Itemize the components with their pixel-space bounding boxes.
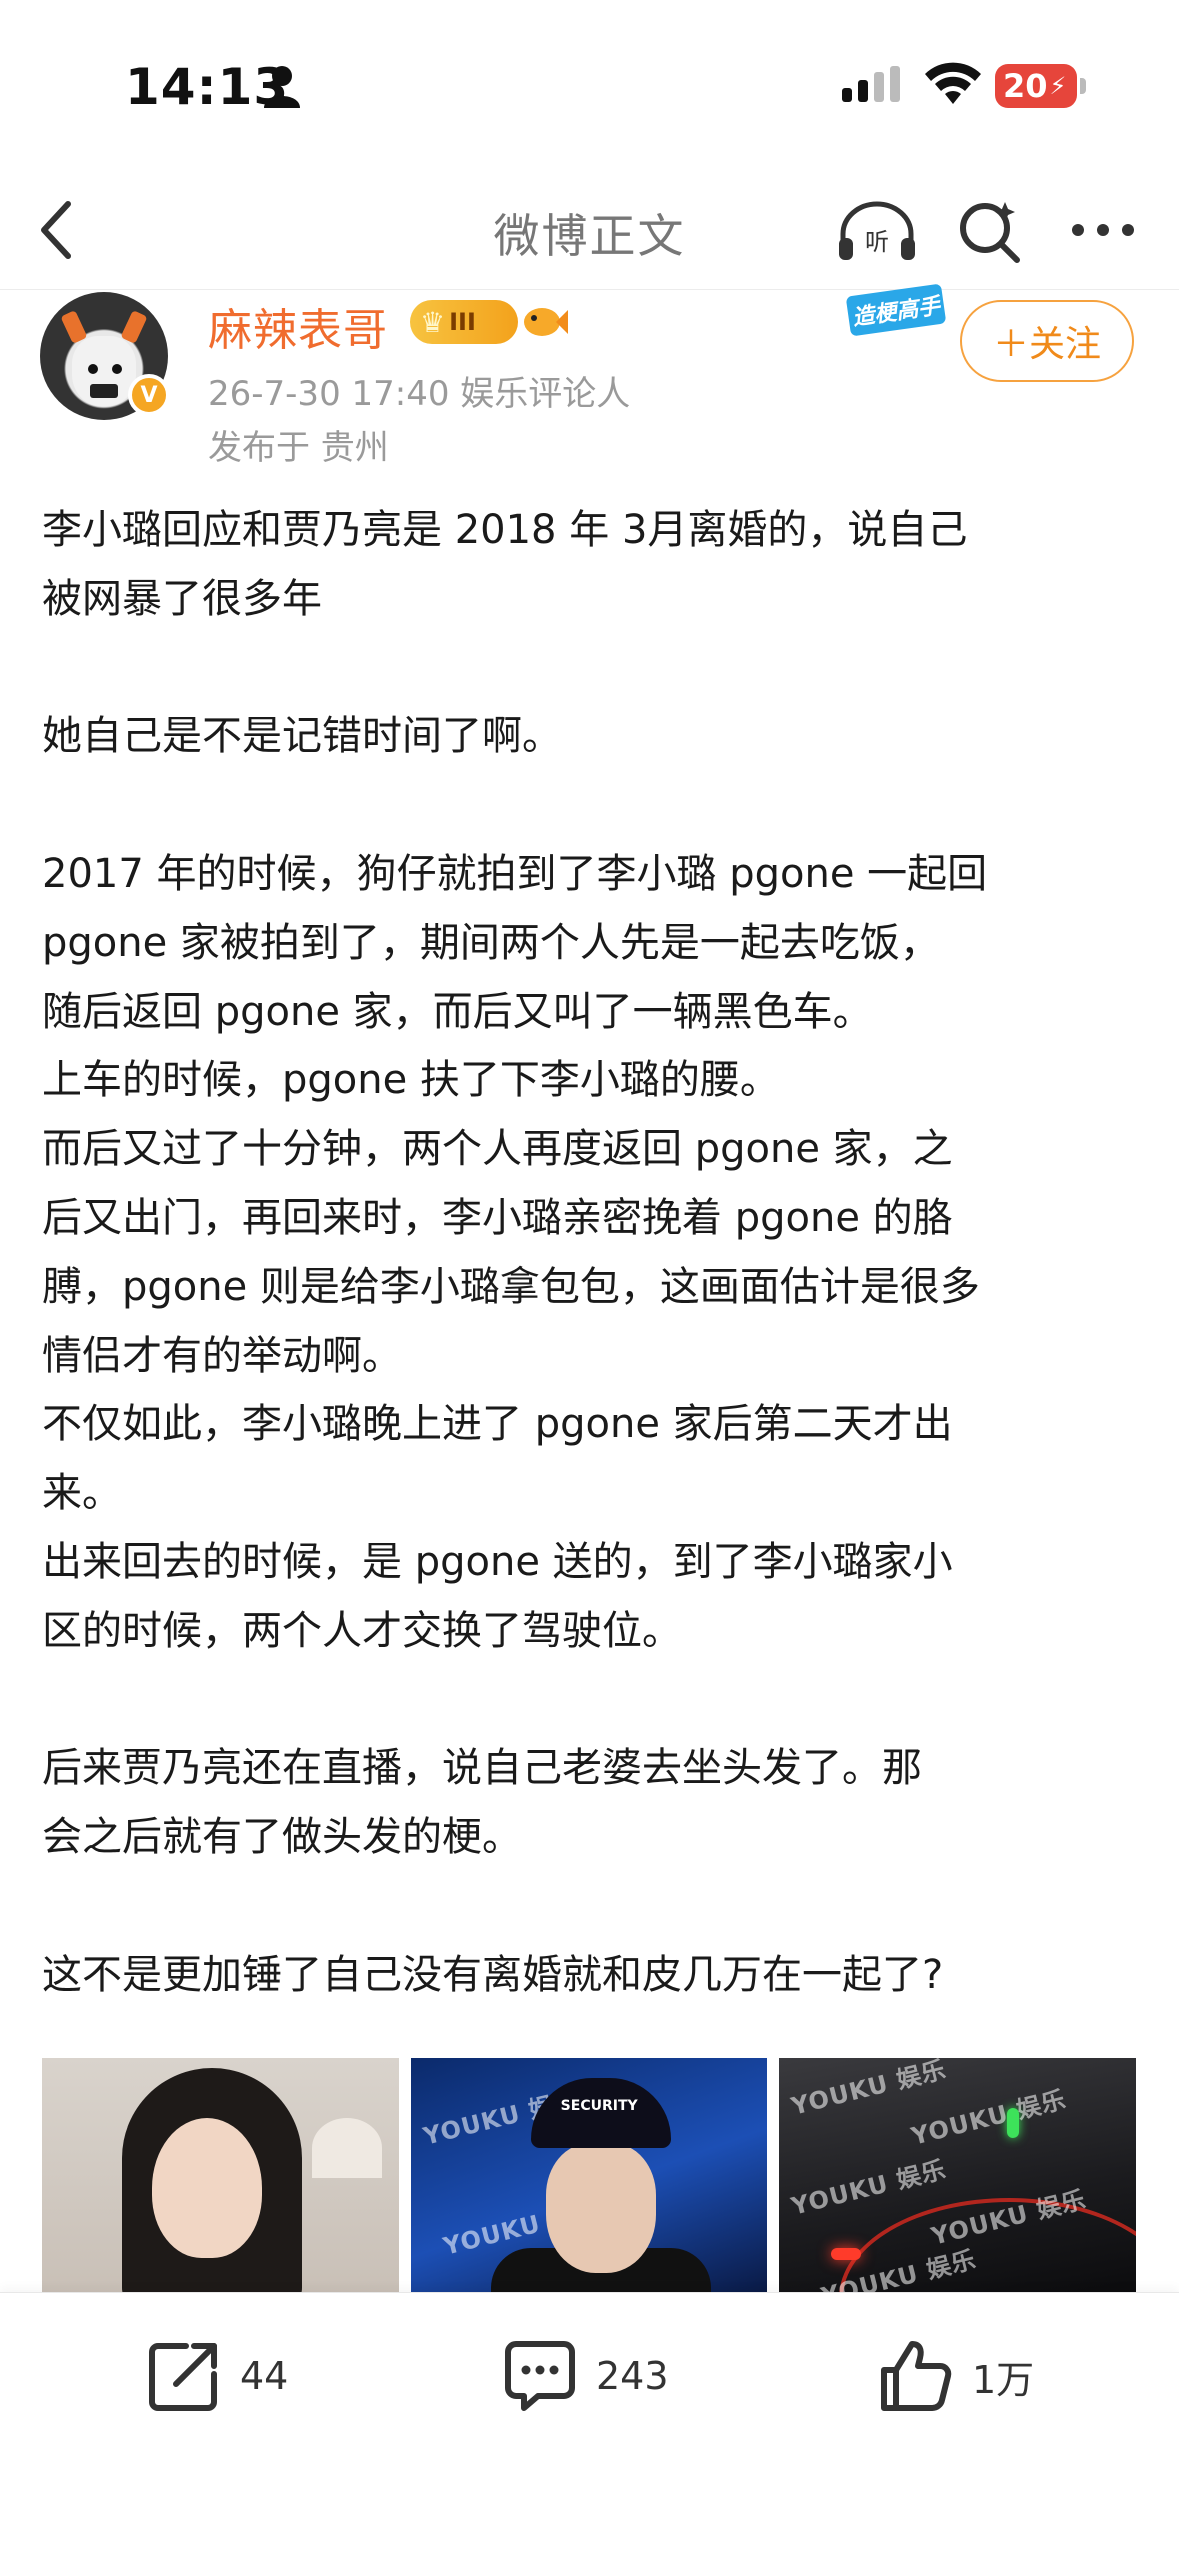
status-bar: 14:13 20 ⚡ [0, 0, 1179, 170]
post-paragraph: 她自己是不是记错时间了啊。 [42, 713, 562, 760]
battery-cap [1080, 78, 1086, 94]
post-image-2[interactable]: YOUKU 娱乐 YOUKU 娱乐 SECURITY [410, 2058, 768, 2292]
repost-button[interactable]: 44 [146, 2331, 288, 2421]
face-shape [152, 2118, 262, 2258]
post-location: 发布于 贵州 [208, 428, 389, 468]
avatar-horn-right [120, 310, 148, 344]
like-button[interactable]: 1万 [878, 2331, 1034, 2421]
post-paragraph: 李小璐回应和贾乃亮是 2018 年 3月离婚的，说自己 被网暴了很多年 [42, 507, 968, 622]
post-paragraph: 后来贾乃亮还在直播，说自己老婆去坐头发了。那 会之后就有了做头发的梗。 [42, 1745, 922, 1861]
post-image-1[interactable] [42, 2058, 399, 2292]
avatar-eye-left [88, 364, 98, 374]
wifi-icon [925, 62, 981, 104]
verified-badge: V [128, 374, 170, 416]
battery-indicator: 20 ⚡ [995, 64, 1077, 108]
crown-icon: ♛ [420, 305, 446, 339]
nav-bar: 微博正文 听 [0, 170, 1179, 290]
expert-tag: 造梗高手 [845, 283, 947, 337]
follow-button[interactable]: ＋关注 [960, 300, 1134, 382]
post-image-3[interactable]: YOUKU 娱乐 YOUKU 娱乐 YOUKU 娱乐 YOUKU 娱乐 YOUK… [779, 2058, 1136, 2292]
image-grid: YOUKU 娱乐 YOUKU 娱乐 SECURITY YOUKU 娱乐 YOUK… [42, 2058, 1136, 2292]
person-icon [264, 66, 300, 108]
author-name[interactable]: 麻辣表哥 [208, 294, 388, 358]
action-bar: 44 243 1万 [0, 2292, 1179, 2556]
thumbs-up-icon [881, 2341, 952, 2411]
avatar-mouth [90, 384, 118, 398]
signal-icon [842, 66, 900, 102]
repost-count: 44 [240, 2354, 289, 2398]
comment-button[interactable]: 243 [502, 2331, 669, 2421]
watermark-text: YOUKU 娱乐 [908, 2085, 1070, 2151]
post-paragraph: 2017 年的时候，狗仔就拍到了李小璐 pgone 一起回 pgone 家被拍到… [42, 850, 988, 1654]
like-count: 1万 [972, 2357, 1035, 2402]
post-meta: 26-7-30 17:40 娱乐评论人 [208, 374, 631, 414]
avatar-eye-right [112, 364, 122, 374]
vip-level-badge[interactable]: ♛ III [410, 300, 518, 344]
post-paragraph: 这不是更加锤了自己没有离婚就和皮几万在一起了? [42, 1951, 944, 1998]
avatar-horn-left [60, 310, 88, 344]
comment-icon [505, 2341, 575, 2411]
headphones-icon[interactable]: 听 [835, 200, 919, 264]
post-body: 李小璐回应和贾乃亮是 2018 年 3月离婚的，说自己 被网暴了很多年 她自己是… [42, 496, 1142, 2010]
svg-text:听: 听 [865, 228, 889, 256]
more-icon[interactable] [1070, 222, 1136, 238]
search-icon[interactable] [955, 198, 1023, 266]
comment-count: 243 [596, 2354, 669, 2398]
battery-level: 20 [1003, 67, 1048, 105]
charging-icon: ⚡ [1049, 72, 1067, 100]
vip-level: III [449, 308, 476, 336]
cap-text: SECURITY [560, 2098, 638, 2114]
red-light [831, 2248, 862, 2260]
share-icon [149, 2343, 217, 2411]
fish-icon [524, 308, 568, 336]
face-shape [545, 2143, 656, 2273]
lamp-shape [312, 2118, 382, 2178]
